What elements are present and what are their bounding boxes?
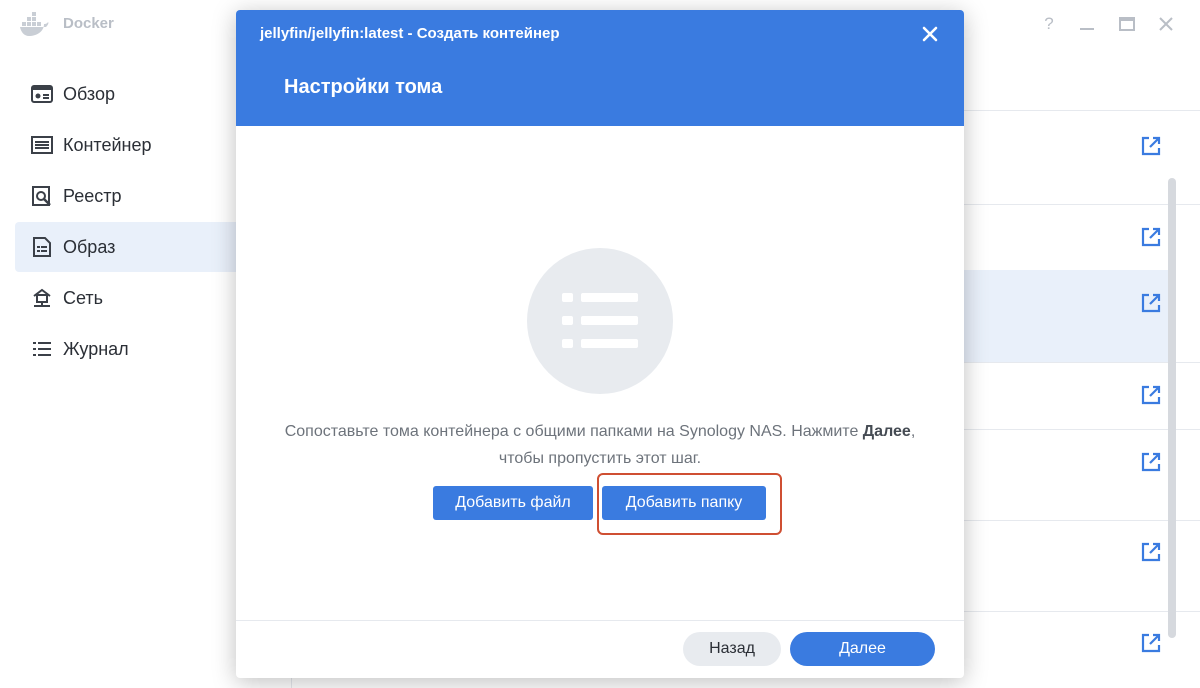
dialog-title: jellyfin/jellyfin:latest - Создать конте… [260,25,560,42]
sidebar-item-label: Журнал [63,338,129,359]
log-icon [33,342,51,356]
add-file-button[interactable]: Добавить файл [433,486,593,520]
create-container-dialog: jellyfin/jellyfin:latest - Создать конте… [236,10,964,678]
next-keyword: Далее [862,423,911,440]
minimize-icon[interactable] [1076,13,1098,35]
back-button[interactable]: Назад [683,632,781,666]
container-icon [31,136,53,154]
close-icon[interactable] [1155,13,1177,35]
external-link-icon[interactable] [1140,541,1162,563]
registry-icon [32,186,51,206]
sidebar-item-label: Образ [63,236,116,257]
sidebar-item-label: Реестр [63,185,122,206]
next-button[interactable]: Далее [790,632,935,666]
external-link-icon[interactable] [1140,384,1162,406]
image-icon [33,237,51,257]
maximize-icon[interactable] [1116,13,1138,35]
list-icon [562,293,638,348]
sidebar-item-label: Обзор [63,83,115,104]
network-icon [33,288,51,307]
sidebar-item-label: Контейнер [63,134,152,155]
overview-icon [31,85,53,103]
external-link-icon[interactable] [1140,226,1162,248]
external-link-icon[interactable] [1140,135,1162,157]
scrollbar[interactable] [1168,178,1176,638]
app-title: Docker [63,15,114,32]
external-link-icon[interactable] [1140,451,1162,473]
sidebar-item-label: Сеть [63,287,104,308]
dialog-footer-divider [236,620,964,621]
dialog-subtitle: Настройки тома [284,76,443,98]
external-link-icon[interactable] [1140,632,1162,654]
dialog-description: Сопоставьте тома контейнера с общими пап… [284,423,916,467]
dialog-header: jellyfin/jellyfin:latest - Создать конте… [236,10,964,126]
close-icon[interactable] [920,24,940,44]
empty-state-illustration [527,248,673,394]
add-folder-button[interactable]: Добавить папку [602,486,766,520]
help-icon[interactable]: ? [1038,13,1060,35]
external-link-icon[interactable] [1140,292,1162,314]
docker-whale-icon [20,12,49,36]
